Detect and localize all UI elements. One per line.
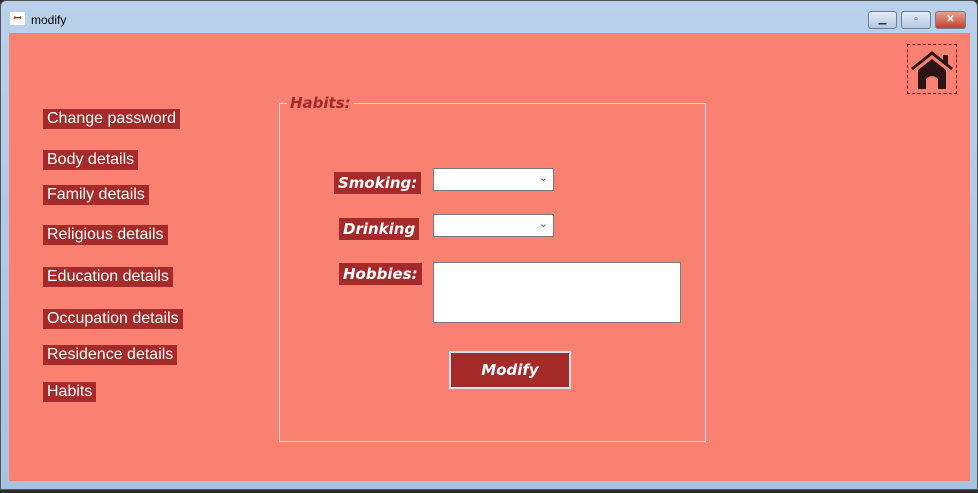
nav-occupation-details[interactable]: Occupation details [43, 309, 183, 329]
group-legend: Habits: [287, 95, 354, 111]
nav-family-details[interactable]: Family details [43, 185, 149, 205]
hobbies-label: Hobbies: [339, 263, 422, 285]
window-title: modify [31, 13, 67, 27]
nav-habits[interactable]: Habits [43, 382, 97, 402]
chevron-down-icon: ⌄ [538, 172, 548, 184]
minimize-button[interactable]: ▁ [868, 11, 897, 29]
maximize-button[interactable]: ▫ [901, 11, 931, 29]
app-icon: ꟷ [10, 12, 25, 25]
hobbies-textarea[interactable] [433, 262, 681, 323]
modify-button[interactable]: Modify [449, 351, 571, 389]
home-icon [911, 51, 953, 89]
title-bar: ꟷ modify ▁ ▫ ✕ [1, 1, 977, 33]
window: ꟷ modify ▁ ▫ ✕ Change password Body deta… [0, 0, 978, 490]
nav-body-details[interactable]: Body details [43, 150, 139, 170]
chevron-down-icon: ⌄ [538, 218, 548, 230]
smoking-label: Smoking: [334, 172, 422, 194]
nav-education-details[interactable]: Education details [43, 267, 173, 287]
home-button[interactable] [907, 44, 957, 94]
drinking-label: Drinking [339, 218, 420, 240]
nav-residence-details[interactable]: Residence details [43, 345, 178, 365]
smoking-select[interactable]: ⌄ [433, 168, 554, 191]
close-button[interactable]: ✕ [935, 11, 966, 29]
nav-religious-details[interactable]: Religious details [43, 225, 168, 245]
form-body: Change password Body details Family deta… [9, 33, 970, 481]
nav-change-password[interactable]: Change password [43, 109, 180, 129]
drinking-select[interactable]: ⌄ [433, 214, 554, 237]
